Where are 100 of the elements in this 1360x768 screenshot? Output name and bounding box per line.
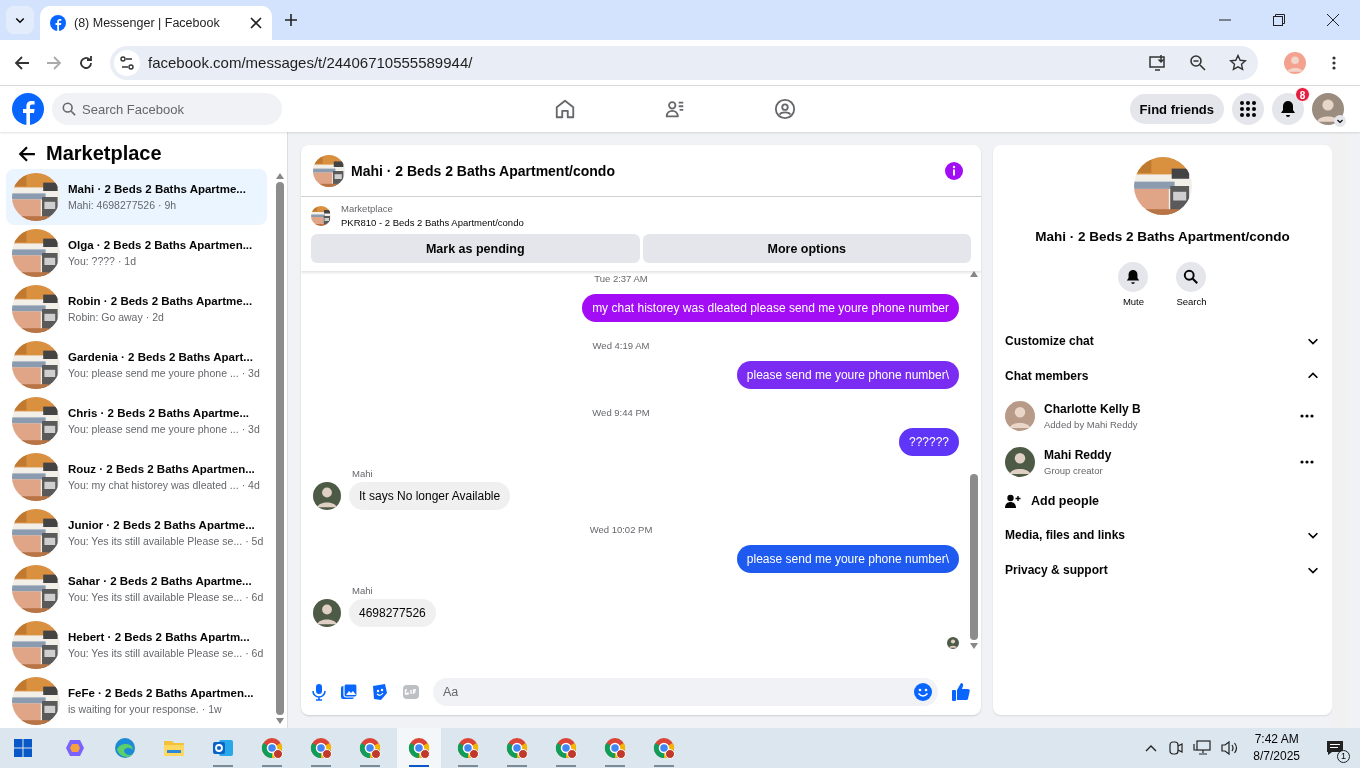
back-icon[interactable] [14,54,30,71]
photo-icon[interactable] [340,683,358,701]
sent-message: my chat historey was dleated please send me youre phone number [582,294,959,322]
conversation-item[interactable]: Robin · 2 Beds 2 Baths Apartme... Robin: Go away · 2d [6,281,267,337]
scroll-down-icon[interactable] [970,643,978,649]
conversation-item[interactable]: Gardenia · 2 Beds 2 Baths Apart... You: please send me youre phone ... · 3d [6,337,267,393]
more-icon[interactable] [1300,460,1314,464]
caret-icon[interactable] [1334,115,1346,127]
browser-app-icon [603,736,627,760]
facebook-icon [50,15,66,31]
volume-icon[interactable] [1221,740,1240,756]
camera-icon[interactable] [1167,740,1184,756]
section-header[interactable]: Chat members [1005,358,1320,393]
conversation-name: Mahi · 2 Beds 2 Baths Apartment/condo [1035,229,1290,244]
home-icon[interactable] [554,98,576,120]
reload-icon[interactable] [78,54,94,71]
sent-message: please send me youre phone number\ [736,545,959,573]
conversation-item[interactable]: Rouz · 2 Beds 2 Baths Apartmen... You: my chat historey was dleated ... · 4d [6,449,267,505]
more-icon[interactable] [1300,414,1314,418]
thumbs-up-icon[interactable] [951,682,971,702]
find-friends-button[interactable]: Find friends [1129,94,1224,124]
scrollbar-thumb[interactable] [970,474,978,640]
sidebar-title: Marketplace [46,142,162,165]
conversation-title: Junior · 2 Beds 2 Baths Apartme... [68,519,256,531]
menu-button[interactable] [1232,93,1264,125]
member-name: Charlotte Kelly B [1044,402,1141,416]
section-header[interactable]: Privacy & support [1005,552,1320,587]
install-app-icon[interactable] [1149,53,1167,72]
conversation-title: Rouz · 2 Beds 2 Baths Apartmen... [68,463,256,475]
conversation-item[interactable]: Olga · 2 Beds 2 Baths Apartmen... You: ???? · 1d [6,225,267,281]
browser-app-icon [505,736,529,760]
conversation-title: Gardenia · 2 Beds 2 Baths Apart... [68,351,254,363]
friends-icon[interactable] [664,98,686,120]
timestamp: Wed 9:44 PM [591,407,651,418]
browser-app-icon [113,736,137,760]
listing-action-button[interactable]: Mark as pending [311,234,640,263]
notifications-button[interactable] [1272,93,1304,125]
scroll-up-icon[interactable] [970,271,978,277]
chat-title: Mahi · 2 Beds 2 Baths Apartment/condo [351,162,615,179]
received-message: 4698277526 [349,599,436,627]
member-name: Mahi Reddy [1044,448,1112,462]
sent-message: ?????? [898,428,959,456]
listing-action-button[interactable]: More options [642,234,971,263]
search-bar[interactable]: Search Facebook [52,93,282,125]
scroll-down-icon[interactable] [276,718,284,724]
tab-list-button[interactable] [6,6,34,34]
clock[interactable]: 7:42 AM 8/7/2025 [1253,731,1300,765]
message-preview: You: my chat historey was dleated ... [68,479,239,491]
conversation-item[interactable]: FeFe · 2 Beds 2 Baths Apartmen... is waiting for your response. · 1w [6,673,267,728]
back-icon[interactable] [18,144,36,163]
address-field[interactable]: facebook.com/messages/t/24406710555589944/ [110,45,1258,80]
new-tab-icon[interactable] [284,13,298,27]
scroll-up-icon[interactable] [276,173,284,179]
message-preview: is waiting for your response. [68,703,199,715]
taskbar-app[interactable] [397,728,441,768]
emoji-icon[interactable] [914,683,932,701]
groups-icon[interactable] [774,98,796,120]
account-avatar [1312,93,1344,125]
timestamp: Wed 4:19 AM [591,340,651,351]
member-role: Group creator [1044,465,1104,476]
timestamp: Wed 10:02 PM [588,524,654,535]
site-settings-icon[interactable] [114,49,140,76]
member-role: Added by Mahi Reddy [1044,419,1139,430]
conversation-item[interactable]: Hebert · 2 Beds 2 Baths Apartm... You: Yes its still available Please se... · 6d [6,617,267,673]
restore-icon[interactable] [1273,14,1285,26]
close-icon[interactable] [1327,14,1339,26]
sender-avatar [313,482,341,510]
message-time: · 1d [117,255,136,267]
bell-icon [1279,100,1297,118]
search-input[interactable]: Search Facebook [82,94,272,124]
conversation-title: FeFe · 2 Beds 2 Baths Apartmen... [68,687,255,699]
conversation-item[interactable]: Junior · 2 Beds 2 Baths Apartme... You: Yes its still available Please se... · 5d [6,505,267,561]
sticker-icon[interactable] [371,683,389,701]
page-scrollbar[interactable] [1332,132,1347,728]
sent-message: please send me youre phone number\ [736,361,959,389]
browser-app-icon [554,736,578,760]
conversation-item[interactable]: Chris · 2 Beds 2 Baths Apartme... You: please send me youre phone ... · 3d [6,393,267,449]
message-preview: Mahi: 4698277526 [68,199,155,211]
section-header[interactable]: Media, files and links [1005,517,1320,552]
notifications-button[interactable]: 1 [1320,733,1350,763]
close-icon[interactable] [250,17,262,29]
add-people-button[interactable]: Add people [1005,485,1100,517]
listing-label: Marketplace [341,203,394,214]
zoom-out-icon[interactable] [1189,53,1207,72]
scrollbar-thumb[interactable] [276,182,284,715]
message-time: · 5d [245,535,264,547]
conversation-item[interactable]: Sahar · 2 Beds 2 Baths Apartme... You: Yes its still available Please se... · 6d [6,561,267,617]
network-icon[interactable] [1193,740,1212,756]
star-icon[interactable] [1229,53,1247,72]
info-icon[interactable] [945,161,963,180]
message-time: · 2d [145,311,164,323]
sender-name: Mahi [352,468,374,479]
chevron-up-icon[interactable] [1145,744,1158,752]
section-header[interactable]: Customize chat [1005,323,1320,358]
conversation-item[interactable]: Mahi · 2 Beds 2 Baths Apartme... Mahi: 4698277526 · 9h [6,169,267,225]
microphone-icon[interactable] [311,683,327,701]
facebook-logo[interactable] [12,93,44,125]
browser-app-icon [407,736,431,760]
browser-tab[interactable]: (8) Messenger | Facebook [40,6,272,40]
start-icon[interactable] [14,739,32,757]
